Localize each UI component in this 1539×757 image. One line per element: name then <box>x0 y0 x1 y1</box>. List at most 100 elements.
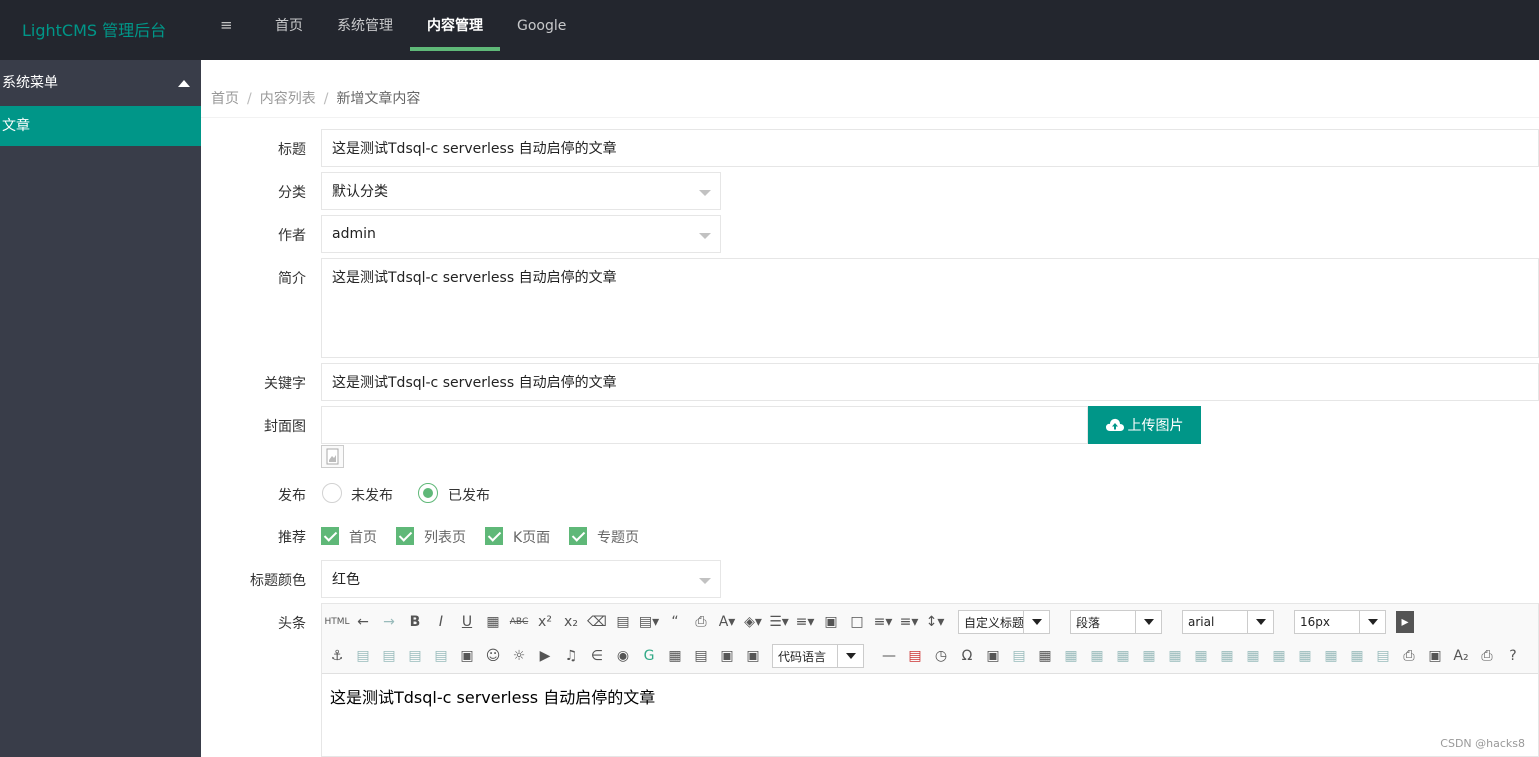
template-icon[interactable]: ▣ <box>740 645 766 667</box>
drafts-icon[interactable]: ⎙ <box>1474 645 1500 667</box>
charts-icon[interactable]: ▤ <box>1370 645 1396 667</box>
strikethrough-icon[interactable]: ABC <box>506 611 532 633</box>
search-replace-icon[interactable]: A₂ <box>1448 645 1474 667</box>
underline-icon[interactable]: U <box>454 611 480 633</box>
app-logo[interactable]: LightCMS 管理后台 <box>22 17 166 41</box>
recommend-checkbox-topic[interactable] <box>569 527 587 545</box>
insert-frame-icon[interactable]: ▦ <box>662 645 688 667</box>
background-icon[interactable]: ▣ <box>714 645 740 667</box>
insert-image-icon[interactable]: ▣ <box>454 645 480 667</box>
row-spacing-bottom-icon[interactable]: ≡▾ <box>896 611 922 633</box>
help-icon[interactable]: ? <box>1500 645 1526 667</box>
bold-icon[interactable]: B <box>402 611 428 633</box>
recommend-label: 推荐 <box>278 530 306 546</box>
unordered-list-icon[interactable]: ≡▾ <box>792 611 818 633</box>
page-break-icon[interactable]: ▤ <box>688 645 714 667</box>
chevron-down-icon <box>699 190 711 196</box>
menu-fold-icon[interactable]: ≡ <box>220 16 236 40</box>
upload-image-button[interactable]: 上传图片 <box>1088 406 1201 444</box>
nav-item-content[interactable]: 内容管理 <box>410 0 500 60</box>
preview-icon[interactable]: ▣ <box>1422 645 1448 667</box>
background-color-icon[interactable]: ◈▾ <box>740 611 766 633</box>
paste-plain-icon[interactable]: ⎙ <box>688 611 714 633</box>
line-height-icon[interactable]: ↕▾ <box>922 611 948 633</box>
italic-icon[interactable]: I <box>428 611 454 633</box>
delete-table-icon[interactable]: ▦ <box>1058 645 1084 667</box>
publish-radio-published[interactable] <box>418 483 438 503</box>
attachment-icon[interactable]: ∈ <box>584 645 610 667</box>
horizontal-rule-icon[interactable]: — <box>876 645 902 667</box>
summary-textarea[interactable]: 这是测试Tdsql-c serverless 自动启停的文章 <box>321 258 1539 358</box>
anchor-icon[interactable]: ⚓ <box>324 645 350 667</box>
insert-video-icon[interactable]: ▶ <box>532 645 558 667</box>
subscript-icon[interactable]: x₂ <box>558 611 584 633</box>
font-color-icon[interactable]: A▾ <box>714 611 740 633</box>
code-language-select[interactable]: 代码语言 <box>772 644 864 668</box>
keywords-input[interactable]: 这是测试Tdsql-c serverless 自动启停的文章 <box>321 363 1539 401</box>
insert-paragraph-before-table-icon[interactable]: ▦ <box>1084 645 1110 667</box>
map-icon[interactable]: ◉ <box>610 645 636 667</box>
breadcrumb-home[interactable]: 首页 <box>211 91 239 107</box>
title-input[interactable]: 这是测试Tdsql-c serverless 自动启停的文章 <box>321 129 1539 167</box>
recommend-checkbox-k-page[interactable] <box>485 527 503 545</box>
image-right-icon[interactable]: ▤ <box>402 645 428 667</box>
split-to-rows-icon[interactable]: ▦ <box>1318 645 1344 667</box>
recommend-checkbox-home[interactable] <box>321 527 339 545</box>
undo-icon[interactable]: ← <box>350 611 376 633</box>
category-select[interactable]: 默认分类 <box>321 172 721 210</box>
ordered-list-icon[interactable]: ☰▾ <box>766 611 792 633</box>
title-color-select[interactable]: 红色 <box>321 560 721 598</box>
blockquote-icon[interactable]: “ <box>662 611 688 633</box>
cover-thumbnail-image-icon <box>321 445 344 468</box>
breadcrumb-content-list[interactable]: 内容列表 <box>260 91 316 107</box>
google-map-icon[interactable]: G <box>636 645 662 667</box>
emotion-icon[interactable]: ☺ <box>480 645 506 667</box>
word-image-icon[interactable]: ▤ <box>1006 645 1032 667</box>
nav-item-home[interactable]: 首页 <box>258 0 320 60</box>
nav-item-google[interactable]: Google <box>500 0 583 60</box>
font-border-icon[interactable]: ▦ <box>480 611 506 633</box>
merge-cells-icon[interactable]: ▦ <box>1214 645 1240 667</box>
insert-row-icon[interactable]: ▦ <box>1110 645 1136 667</box>
print-icon[interactable]: ⎙ <box>1396 645 1422 667</box>
sidebar-group-system-menu[interactable]: 系统菜单 <box>0 60 201 106</box>
row-spacing-top-icon[interactable]: ≡▾ <box>870 611 896 633</box>
font-size-select[interactable]: 16px <box>1294 610 1386 634</box>
cover-input[interactable] <box>321 406 1088 444</box>
superscript-icon[interactable]: x² <box>532 611 558 633</box>
scrawl-icon[interactable]: ☼ <box>506 645 532 667</box>
more-arrow-icon[interactable]: ▸ <box>1396 611 1414 633</box>
merge-down-icon[interactable]: ▦ <box>1266 645 1292 667</box>
publish-radio-unpublished[interactable] <box>322 483 342 503</box>
paragraph-select[interactable]: 段落 <box>1070 610 1162 634</box>
author-select[interactable]: admin <box>321 215 721 253</box>
eraser-icon[interactable]: ⌫ <box>584 611 610 633</box>
image-none-icon[interactable]: ▤ <box>350 645 376 667</box>
format-brush-icon[interactable]: ▤ <box>610 611 636 633</box>
snapscreen-icon[interactable]: ▣ <box>980 645 1006 667</box>
merge-right-icon[interactable]: ▦ <box>1240 645 1266 667</box>
editor-content[interactable]: 这是测试Tdsql-c serverless 自动启停的文章 <box>330 684 655 708</box>
redo-icon[interactable]: → <box>376 611 402 633</box>
time-icon[interactable]: ◷ <box>928 645 954 667</box>
recommend-checkbox-list[interactable] <box>396 527 414 545</box>
cloud-upload-icon <box>1105 418 1124 431</box>
split-to-cols-icon[interactable]: ▦ <box>1344 645 1370 667</box>
special-char-icon[interactable]: Ω <box>954 645 980 667</box>
delete-row-icon[interactable]: ▦ <box>1136 645 1162 667</box>
select-all-icon[interactable]: ▣ <box>818 611 844 633</box>
custom-title-select[interactable]: 自定义标题 <box>958 610 1050 634</box>
nav-item-system[interactable]: 系统管理 <box>320 0 410 60</box>
image-left-icon[interactable]: ▤ <box>376 645 402 667</box>
image-center-icon[interactable]: ▤ <box>428 645 454 667</box>
insert-table-icon[interactable]: ▦ <box>1032 645 1058 667</box>
music-icon[interactable]: ♫ <box>558 645 584 667</box>
clear-doc-icon[interactable]: □ <box>844 611 870 633</box>
date-icon[interactable]: ▤ <box>902 645 928 667</box>
html-source-button[interactable]: HTML <box>324 611 350 633</box>
insert-col-icon[interactable]: ▦ <box>1162 645 1188 667</box>
delete-col-icon[interactable]: ▦ <box>1188 645 1214 667</box>
font-family-select[interactable]: arial <box>1182 610 1274 634</box>
split-to-cells-icon[interactable]: ▦ <box>1292 645 1318 667</box>
autotypeset-icon[interactable]: ▤▾ <box>636 611 662 633</box>
